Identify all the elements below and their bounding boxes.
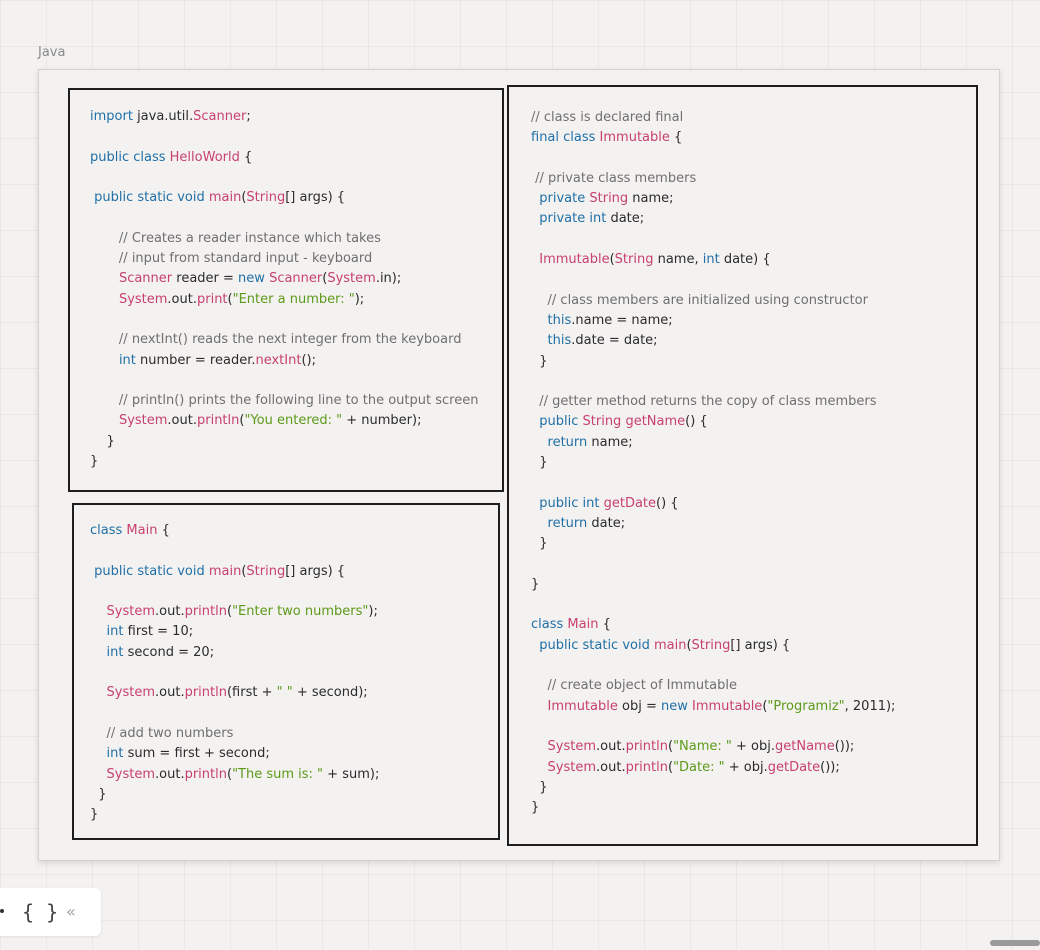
code-line: }	[531, 353, 548, 369]
code-block-main-sum[interactable]: class Main { public static void main(Str…	[72, 503, 500, 840]
code-line: public static void main(String[] args) {	[539, 637, 791, 653]
code-line: System.out.println("Date: " + obj.getDat…	[547, 759, 840, 775]
code-line: // println() prints the following line t…	[90, 393, 479, 409]
code-line: Scanner reader = new Scanner(System.in);	[118, 271, 402, 287]
code-line: // class members are initialized using c…	[531, 292, 868, 308]
collapse-icon[interactable]: «	[66, 902, 76, 921]
code-line: private int date;	[539, 211, 645, 227]
code-line: System.out.println("Enter two numbers");	[106, 604, 378, 620]
code-line: System.out.println("Name: " + obj.getNam…	[547, 739, 855, 755]
code-line: System.out.println("The sum is: " + sum)…	[106, 766, 380, 782]
code-line: public int getDate() {	[539, 495, 679, 511]
code-line: int first = 10;	[106, 624, 194, 640]
drag-handle-icon[interactable]	[0, 909, 4, 913]
code-line: }	[90, 807, 99, 823]
bottom-toolbar: { } «	[0, 888, 101, 936]
code-line: public class HelloWorld {	[90, 149, 253, 165]
code-line: }	[90, 454, 99, 470]
code-line: }	[531, 576, 540, 592]
code-line: private String name;	[539, 191, 674, 207]
code-line: Immutable obj = new Immutable("Programiz…	[547, 698, 896, 714]
code-line: return date;	[547, 515, 626, 531]
code-line: int sum = first + second;	[106, 746, 270, 762]
code-text: import java.util.Scanner; public class H…	[90, 107, 478, 472]
code-text: class Main { public static void main(Str…	[90, 521, 379, 825]
code-line: public static void main(String[] args) {	[94, 190, 346, 206]
code-line: // create object of Immutable	[531, 678, 738, 694]
code-braces-icon[interactable]: { }	[22, 900, 58, 924]
code-line: }	[531, 779, 548, 795]
code-line: this.name = name;	[547, 312, 673, 328]
code-line: final class Immutable {	[531, 130, 683, 146]
code-line: }	[90, 433, 115, 449]
code-line: public static void main(String[] args) {	[94, 563, 346, 579]
code-line: Immutable(String name, int date) {	[539, 252, 771, 268]
code-line: class Main {	[531, 617, 611, 633]
code-line: this.date = date;	[547, 333, 658, 349]
code-block-immutable[interactable]: // class is declared final final class Im…	[507, 85, 978, 846]
code-line: import java.util.Scanner;	[90, 109, 251, 124]
code-line: }	[90, 786, 107, 802]
code-line: int second = 20;	[106, 644, 215, 660]
scrollbar[interactable]	[990, 940, 1040, 946]
code-line: System.out.println("You entered: " + num…	[118, 413, 422, 429]
code-line: // Creates a reader instance which takes	[90, 230, 381, 246]
code-line: System.out.println(first + " " + second)…	[106, 685, 368, 701]
code-text: // class is declared final final class Im…	[531, 108, 895, 818]
code-block-hello-world[interactable]: import java.util.Scanner; public class H…	[68, 88, 504, 492]
code-line: // add two numbers	[90, 725, 234, 741]
code-line: return name;	[547, 434, 633, 450]
code-line: }	[531, 455, 548, 471]
code-line: // getter method returns the copy of cla…	[531, 394, 877, 410]
code-line: }	[531, 800, 540, 816]
code-line: public String getName() {	[539, 414, 708, 430]
code-line: // nextInt() reads the next integer from…	[90, 332, 462, 348]
code-line: }	[531, 536, 548, 552]
code-line: int number = reader.nextInt();	[118, 352, 316, 368]
code-line: // class is declared final	[531, 110, 684, 125]
code-line: // input from standard input - keyboard	[90, 251, 373, 267]
code-line: System.out.print("Enter a number: ");	[118, 291, 365, 307]
code-line: class Main {	[90, 523, 170, 538]
frame-label: Java	[38, 45, 66, 60]
code-line: // private class members	[531, 170, 697, 186]
